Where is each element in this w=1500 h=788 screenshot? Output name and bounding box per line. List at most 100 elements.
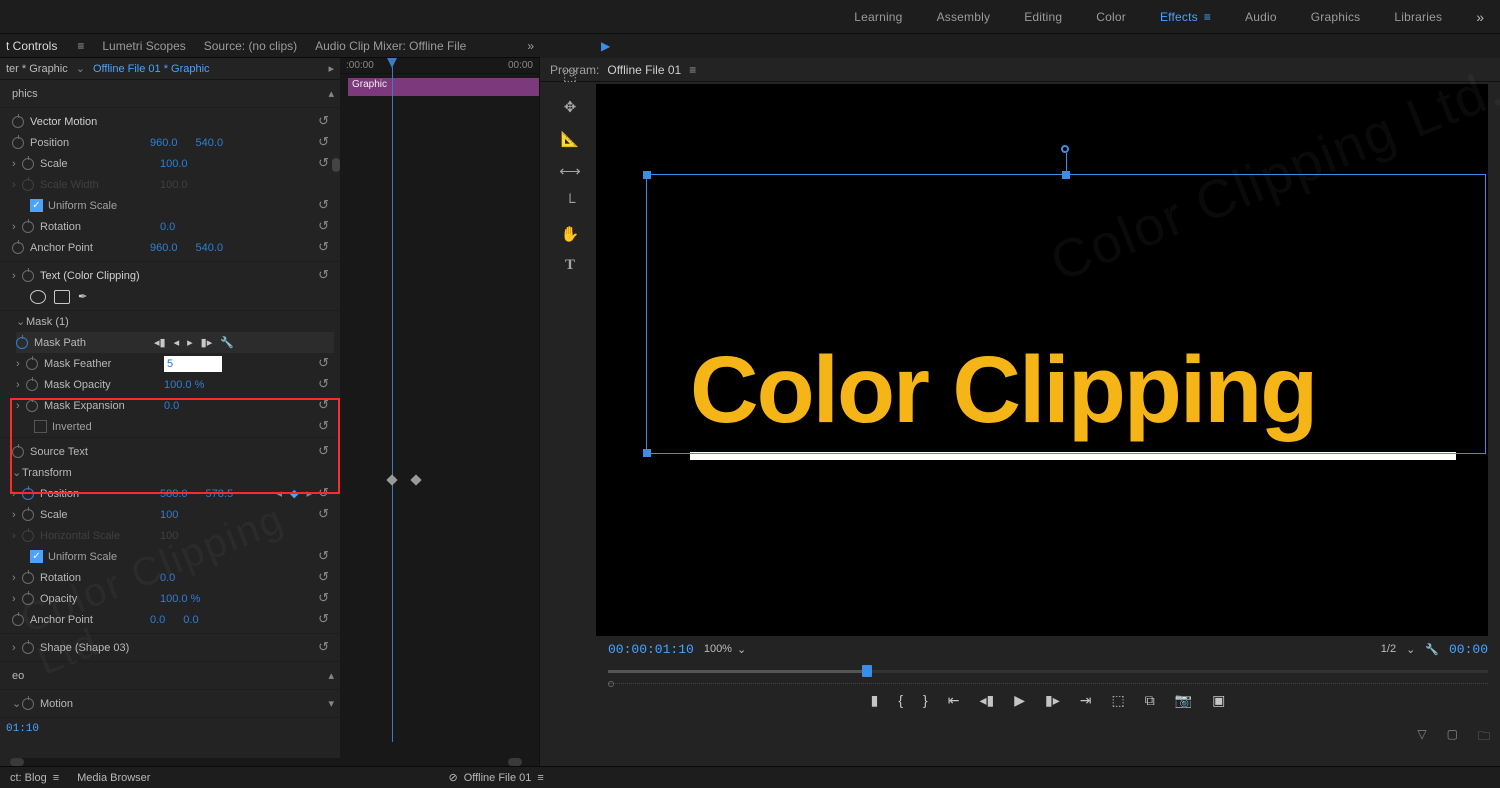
tf-anch-x[interactable]: 0.0	[150, 614, 165, 626]
stopwatch-icon[interactable]	[22, 642, 34, 654]
stopwatch-icon[interactable]	[12, 137, 24, 149]
twirl-icon[interactable]: ›	[12, 270, 19, 282]
extract-icon[interactable]: ⧉	[1145, 692, 1155, 709]
keyframe-icon[interactable]	[386, 474, 397, 485]
stopwatch-icon[interactable]	[16, 337, 28, 349]
tf-rot-val[interactable]: 0.0	[160, 572, 175, 584]
vm-pos-x[interactable]: 960.0	[150, 137, 178, 149]
reset-icon[interactable]: ↺	[318, 134, 329, 150]
in-bracket-icon[interactable]: {	[898, 692, 903, 709]
vm-scale-val[interactable]: 100.0	[160, 158, 188, 170]
ws-libraries[interactable]: Libraries	[1394, 10, 1442, 24]
ws-editing[interactable]: Editing	[1024, 10, 1062, 24]
export-frame-icon[interactable]: 📷	[1175, 692, 1192, 709]
goto-in-icon[interactable]: ⇤	[948, 692, 960, 709]
compare-icon[interactable]: ▣	[1212, 692, 1225, 709]
twirl-icon[interactable]: ›	[16, 400, 23, 412]
mark-in-icon[interactable]: ▮	[871, 692, 879, 709]
twirl-icon[interactable]: ›	[16, 358, 23, 370]
stopwatch-icon[interactable]	[22, 488, 34, 500]
project-tab[interactable]: ct: Blog≡	[10, 772, 59, 784]
track-play-icon[interactable]: ▸	[187, 336, 193, 349]
tf-uniform-checkbox[interactable]: ✓	[30, 550, 43, 563]
stopwatch-icon[interactable]	[12, 614, 24, 626]
reset-icon[interactable]: ↺	[318, 443, 329, 459]
stopwatch-icon[interactable]	[26, 400, 38, 412]
mask-ellipse-button[interactable]	[30, 290, 46, 304]
sel-handle-bl[interactable]	[643, 449, 651, 457]
stopwatch-icon[interactable]	[22, 593, 34, 605]
source-overflow-icon[interactable]: »	[527, 39, 534, 53]
scrubber-head[interactable]	[862, 665, 872, 677]
mask-rect-button[interactable]	[54, 290, 70, 304]
crop-icon[interactable]: ⬚	[563, 66, 577, 84]
reset-icon[interactable]: ↺	[318, 418, 329, 434]
twirl-icon[interactable]: ⌄	[16, 315, 23, 328]
mask-feather-input[interactable]	[164, 356, 222, 372]
twirl-icon[interactable]: ›	[12, 572, 19, 584]
reset-icon[interactable]: ↺	[318, 376, 329, 392]
tab-audio-mixer[interactable]: Audio Clip Mixer: Offline File	[315, 39, 466, 53]
playhead[interactable]	[392, 58, 393, 742]
program-monitor[interactable]: Color Clipping Ltd. Color Clipping	[596, 84, 1488, 636]
program-name[interactable]: Offline File 01	[607, 63, 681, 77]
reset-icon[interactable]: ↺	[318, 267, 329, 283]
zoom-dropdown[interactable]: 100%⌄	[704, 643, 746, 656]
tab-source[interactable]: Source: (no clips)	[204, 39, 297, 53]
reset-icon[interactable]: ↺	[318, 548, 329, 564]
vm-title[interactable]: Vector Motion	[30, 116, 150, 128]
twirl-icon[interactable]: ⌄	[12, 697, 19, 710]
reset-icon[interactable]: ↺	[318, 506, 329, 522]
clip-bar[interactable]: Graphic	[348, 78, 539, 96]
hand-icon[interactable]: ✋	[561, 225, 580, 243]
goto-out-icon[interactable]: ⇥	[1080, 692, 1092, 709]
sel-handle-tm[interactable]	[1062, 171, 1070, 179]
transform-title[interactable]: Transform	[22, 467, 142, 479]
panel-menu-icon[interactable]: ≡	[537, 772, 543, 784]
stopwatch-icon[interactable]	[26, 358, 38, 370]
tf-op-val[interactable]: 100.0	[160, 593, 200, 605]
tf-anch-y[interactable]: 0.0	[183, 614, 198, 626]
source-text-label[interactable]: Source Text	[30, 446, 150, 458]
stopwatch-icon[interactable]	[26, 379, 38, 391]
reset-icon[interactable]: ↺	[318, 569, 329, 585]
scroll-up-icon[interactable]: ▴	[328, 669, 334, 682]
kf-add-icon[interactable]: ◆	[290, 487, 298, 500]
vm-rot-val[interactable]: 0.0	[160, 221, 175, 233]
stopwatch-icon[interactable]	[22, 270, 34, 282]
reset-icon[interactable]: ↺	[318, 155, 329, 171]
mask-title[interactable]: Mask (1)	[26, 316, 146, 328]
sel-handle-tl[interactable]	[643, 171, 651, 179]
track-prev-icon[interactable]: ◂	[174, 336, 180, 349]
play-cursor-icon[interactable]: ▶	[601, 39, 610, 53]
panel-timecode[interactable]: 01:10	[6, 723, 39, 735]
stopwatch-icon[interactable]	[22, 509, 34, 521]
selection-box[interactable]	[646, 174, 1486, 454]
mask-inverted-checkbox[interactable]	[34, 420, 47, 433]
track-back-icon[interactable]: ◂▮	[154, 336, 166, 349]
reset-icon[interactable]: ↺	[318, 113, 329, 129]
current-timecode[interactable]: 00:00:01:10	[608, 642, 694, 657]
stopwatch-icon[interactable]	[22, 572, 34, 584]
ws-color[interactable]: Color	[1096, 10, 1126, 24]
bc-sequence[interactable]: Offline File 01 * Graphic	[93, 63, 210, 75]
stopwatch-icon[interactable]	[12, 116, 24, 128]
scroll-up-icon[interactable]: ▴	[328, 87, 334, 100]
tab-menu-icon[interactable]: ≡	[77, 39, 84, 53]
step-back-icon[interactable]: ◂▮	[979, 692, 994, 709]
mask-opacity-val[interactable]: 100.0	[164, 379, 204, 391]
track-fwd-icon[interactable]: ▮▸	[201, 336, 213, 349]
scroll-down-icon[interactable]: ▾	[328, 697, 334, 710]
reset-icon[interactable]: ↺	[318, 197, 329, 213]
twirl-icon[interactable]: ›	[12, 593, 19, 605]
crosshair-icon[interactable]: ✥	[564, 98, 577, 116]
reset-icon[interactable]: ↺	[318, 485, 329, 501]
twirl-icon[interactable]: ›	[12, 221, 19, 233]
tf-scale-val[interactable]: 100	[160, 509, 178, 521]
bc-master[interactable]: ter * Graphic	[6, 63, 68, 75]
vm-anch-y[interactable]: 540.0	[196, 242, 224, 254]
vm-pos-y[interactable]: 540.0	[196, 137, 224, 149]
scrubber[interactable]	[608, 662, 1488, 686]
keyframe-icon[interactable]	[410, 474, 421, 485]
margins-icon[interactable]: ⟷	[559, 162, 581, 180]
